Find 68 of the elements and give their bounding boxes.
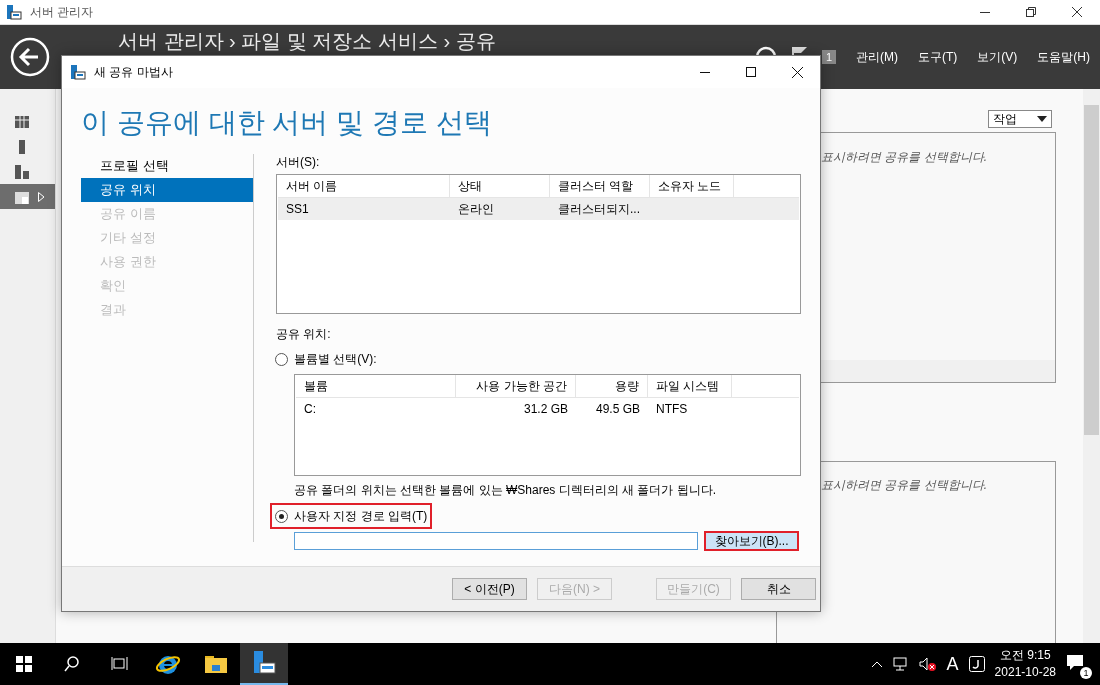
path-field[interactable]	[294, 532, 698, 550]
notification-count: 1	[1080, 667, 1092, 679]
maximize-icon[interactable]	[746, 67, 756, 77]
section-label: 공유 위치:	[276, 326, 332, 343]
search-icon[interactable]	[63, 655, 81, 673]
window-title: 서버 관리자	[30, 3, 94, 21]
folder-icon[interactable]	[204, 654, 228, 674]
table-cell-text: 31.2 GB	[522, 402, 569, 416]
menu-item[interactable]: 관리(M)	[856, 48, 898, 66]
ime-mode-icon[interactable]	[968, 656, 985, 672]
menu-item[interactable]: 도구(T)	[918, 48, 958, 66]
caret-icon	[1037, 116, 1047, 122]
close-icon[interactable]	[791, 66, 803, 78]
scrollbar[interactable]	[1083, 89, 1100, 644]
table-cell-text: C:	[303, 402, 317, 416]
wizard-button[interactable]: < 이전(P)	[452, 578, 527, 600]
table-cell-text: 클러스터되지...	[557, 200, 641, 218]
radio-option[interactable]: 사용자 지정 경로 입력(T)	[270, 503, 433, 529]
table-row[interactable]: SS1 온라인 클러스터되지...	[278, 198, 799, 220]
close-icon[interactable]	[1072, 7, 1082, 17]
expand-arrow-icon	[38, 191, 45, 202]
back-icon[interactable]	[10, 37, 50, 77]
notification-icon[interactable]	[1066, 653, 1084, 671]
breadcrumb: 서버 관리자 › 파일 및 저장소 서비스 › 공유	[118, 30, 496, 52]
nav-item[interactable]	[0, 184, 55, 209]
panel-hint: 표시하려면 공유를 선택합니다.	[821, 477, 987, 494]
notification-badge: 1	[821, 50, 836, 64]
column-header[interactable]: 용량	[576, 375, 648, 397]
column-header[interactable]: 볼륨	[296, 375, 456, 397]
column-header[interactable]: 상태	[450, 175, 550, 197]
dialog-title: 새 공유 마법사	[94, 63, 173, 81]
clock[interactable]: 오전 9:15 2021-10-28	[994, 647, 1056, 681]
servers-icon	[14, 163, 30, 180]
wizard-step[interactable]: 공유 위치	[81, 178, 253, 202]
column-header[interactable]: 사용 가능한 공간	[456, 375, 576, 397]
table-cell-text: 49.5 GB	[594, 402, 641, 416]
column-header[interactable]: 서버 이름	[278, 175, 450, 197]
section-label: 서버(S):	[276, 154, 321, 171]
menu-item[interactable]: 도움말(H)	[1037, 48, 1090, 66]
wizard-icon	[70, 64, 86, 80]
table-cell-text: NTFS	[655, 402, 689, 416]
start-icon[interactable]	[16, 656, 32, 672]
browse-button[interactable]: 찾아보기(B)...	[704, 531, 799, 551]
column-header[interactable]: 파일 시스템	[648, 375, 732, 397]
app-icon	[6, 4, 22, 20]
restore-icon[interactable]	[1026, 7, 1036, 17]
radio-option[interactable]: 볼륨별 선택(V):	[270, 346, 382, 372]
table-row[interactable]: C: 31.2 GB 49.5 GB NTFS	[296, 398, 799, 420]
column-header[interactable]: 클러스터 역할	[550, 175, 650, 197]
input-method-indicator[interactable]: A	[946, 653, 959, 675]
column-header[interactable]: 소유자 노드	[650, 175, 734, 197]
chevron-up-icon[interactable]	[870, 660, 883, 668]
minimize-icon[interactable]	[700, 71, 710, 73]
server-manager-icon[interactable]	[252, 650, 276, 676]
wizard-step[interactable]: 프로필 선택	[81, 154, 253, 178]
minimize-icon[interactable]	[980, 11, 990, 13]
table-cell-text: SS1	[285, 202, 310, 216]
network-icon[interactable]	[892, 657, 909, 671]
wizard-heading: 이 공유에 대한 서버 및 경로 선택	[81, 106, 493, 140]
table-cell-text: 온라인	[457, 200, 495, 218]
panel-hint: 표시하려면 공유를 선택합니다.	[821, 149, 987, 166]
task-view-icon[interactable]	[111, 656, 129, 672]
dashboard-icon	[14, 113, 30, 130]
wizard-button[interactable]: 취소	[741, 578, 816, 600]
volume-note: 공유 폴더의 위치는 선택한 볼륨에 있는 ₩Shares 디렉터리의 새 폴더가 됩니다.	[294, 482, 718, 499]
menu-item[interactable]: 보기(V)	[977, 48, 1018, 66]
tasks-dropdown[interactable]: 작업	[988, 110, 1052, 128]
muted-speaker-icon[interactable]	[918, 657, 937, 671]
